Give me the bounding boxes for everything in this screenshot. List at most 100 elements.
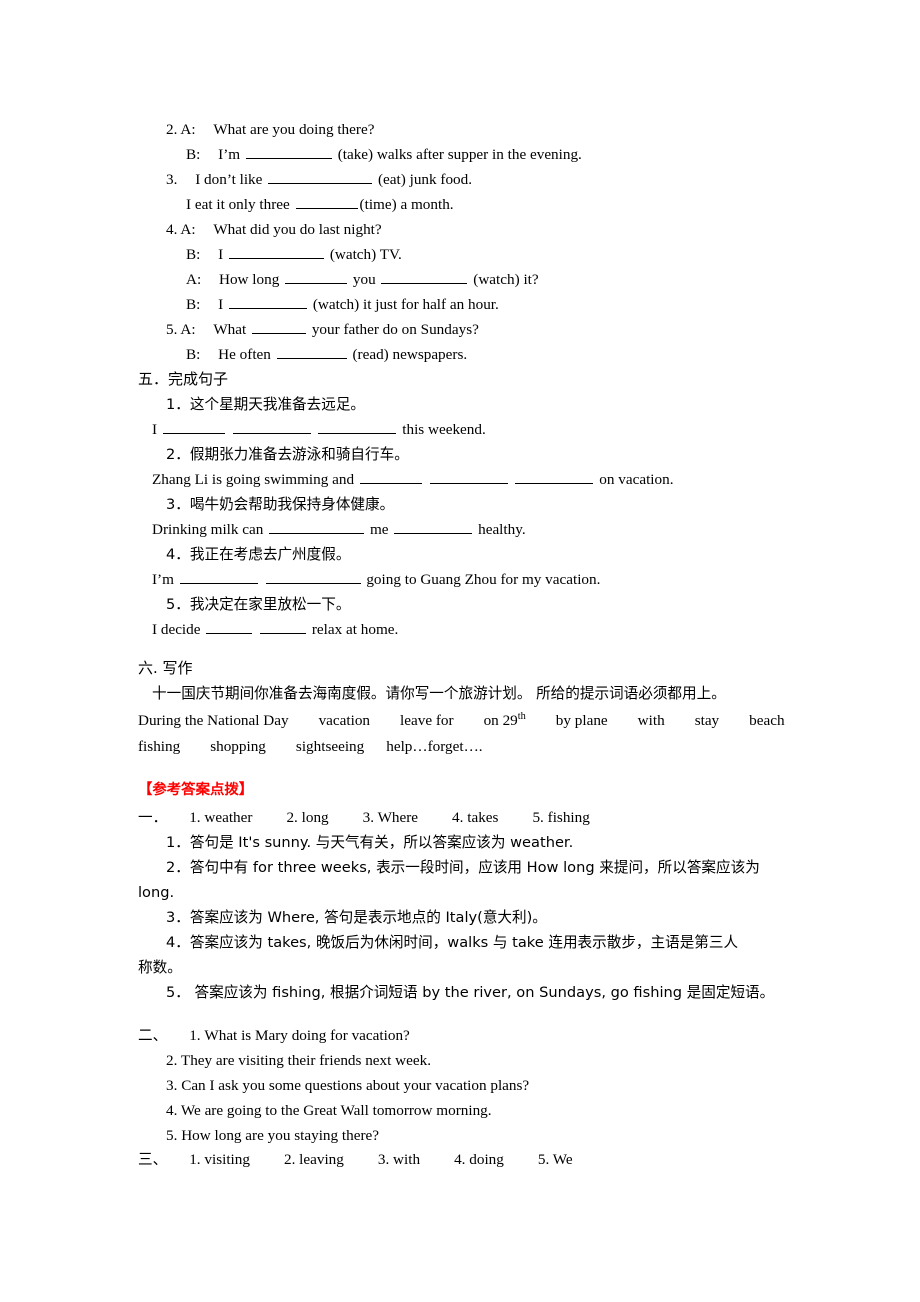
fill-blank[interactable] <box>269 519 365 534</box>
item-number: 2． <box>166 446 190 463</box>
line-prefix: He often <box>218 346 271 363</box>
answer-group-two-item-2: 2. They are visiting their friends next … <box>166 1052 432 1069</box>
answer-group-two-item-3: 3. Can I ask you some questions about yo… <box>166 1077 530 1094</box>
fill-blank[interactable] <box>295 194 358 209</box>
word-bank-item: sightseeing <box>295 738 365 755</box>
line-mid: me <box>369 521 389 538</box>
fill-blank[interactable] <box>268 169 373 184</box>
fill-blank[interactable] <box>206 619 253 634</box>
word-bank-item: During the National Day <box>138 712 289 729</box>
fill-blank[interactable] <box>252 319 307 334</box>
line-suffix: this weekend. <box>402 421 486 438</box>
exercise-line-5a: 5. A: What your father do on Sundays? <box>166 317 479 342</box>
line-suffix: (watch) it? <box>473 271 539 288</box>
fill-blank[interactable] <box>429 469 508 484</box>
line-text: What did you do last night? <box>213 221 382 238</box>
word-bank-item: beach <box>749 712 785 729</box>
answer-explanation-4: 4．答案应该为 takes, 晚饭后为休闲时间，walks 与 take 连用表… <box>166 934 739 951</box>
section-five-item-2-english: Zhang Li is going swimming and on vacati… <box>152 467 674 492</box>
item-number: 4． <box>166 546 190 563</box>
answer-group-three-answers: 三、 1. visiting 2. leaving 3. with 4. doing 5.… <box>138 1147 573 1172</box>
answer-explanation-2: 2．答句中有 for three weeks, 表示一段时间，应该用 How l… <box>166 859 760 876</box>
line-label: B: <box>186 296 201 313</box>
section-five-item-3-english: Drinking milk can me healthy. <box>152 517 526 542</box>
document-page: 2. A: What are you doing there? B: I’m (… <box>0 0 920 1302</box>
answer-group-two-item-1: 二、 1. What is Mary doing for vacation? <box>138 1023 410 1048</box>
line-prefix: What <box>213 321 247 338</box>
fill-blank[interactable] <box>318 419 397 434</box>
section-five-item-1-english: I this weekend. <box>152 417 486 442</box>
item-chinese: 这个星期天我准备去远足。 <box>189 396 366 413</box>
fill-blank[interactable] <box>260 619 307 634</box>
line-suffix: (watch) it just for half an hour. <box>312 296 499 313</box>
line-label: 2. A: <box>166 121 196 138</box>
answer-explanation-2-wrap: long. <box>138 884 175 901</box>
fill-blank[interactable] <box>229 244 325 259</box>
section-five-item-5-chinese: 5．我决定在家里放松一下。 <box>166 592 350 617</box>
section-five-item-4-english: I’m going to Guang Zhou for my vacation. <box>152 567 600 592</box>
section-five-item-3-chinese: 3．喝牛奶会帮助我保持身体健康。 <box>166 492 394 517</box>
line-label: B: <box>186 346 201 363</box>
item-chinese: 假期张力准备去游泳和骑自行车。 <box>189 446 409 463</box>
line-prefix: I’m <box>218 146 241 163</box>
line-label: B: <box>186 146 201 163</box>
answer-item: 3. Where <box>362 809 419 826</box>
line-suffix: going to Guang Zhou for my vacation. <box>366 571 601 588</box>
line-text: What are you doing there? <box>213 121 375 138</box>
fill-blank[interactable] <box>245 144 332 159</box>
line-suffix: your father do on Sundays? <box>311 321 479 338</box>
line-prefix: I eat it only three <box>186 196 290 213</box>
fill-blank[interactable] <box>265 569 361 584</box>
exercise-line-4d: B: I (watch) it just for half an hour. <box>186 292 499 317</box>
answer-item: 3. with <box>377 1151 421 1168</box>
item-chinese: 喝牛奶会帮助我保持身体健康。 <box>189 496 395 513</box>
exercise-line-4a: 4. A: What did you do last night? <box>166 217 382 242</box>
word-bank-item: by plane <box>555 712 608 729</box>
line-prefix: I decide <box>152 621 201 638</box>
group-marker: 二、 <box>138 1027 168 1044</box>
answer-item: 2. leaving <box>283 1151 344 1168</box>
word-bank-item: vacation <box>318 712 371 729</box>
line-prefix: Drinking milk can <box>152 521 264 538</box>
line-mid: you <box>352 271 376 288</box>
exercise-line-3a: 3. I don’t like (eat) junk food. <box>166 167 472 192</box>
answer-item: 1. What is Mary doing for vacation? <box>189 1027 410 1044</box>
fill-blank[interactable] <box>232 419 311 434</box>
answer-explanation-5: 5． 答案应该为 fishing, 根据介词短语 by the river, o… <box>166 984 775 1001</box>
fill-blank[interactable] <box>276 344 347 359</box>
fill-blank[interactable] <box>179 569 258 584</box>
answer-group-one-answers: 一． 1. weather 2. long 3. Where 4. takes 5. fi… <box>138 805 590 830</box>
fill-blank[interactable] <box>162 419 225 434</box>
answer-item: 1. visiting <box>189 1151 250 1168</box>
word-bank-item-date: on 29th <box>483 710 526 729</box>
line-suffix: healthy. <box>478 521 526 538</box>
line-label: B: <box>186 246 201 263</box>
section-six-word-bank-line-1: During the National Day vacation leave for… <box>138 708 785 733</box>
group-marker: 一． <box>138 809 168 826</box>
item-chinese: 我正在考虑去广州度假。 <box>189 546 351 563</box>
section-six-word-bank-line-2: fishing shopping sightseeing help…forget…. <box>138 734 483 759</box>
exercise-line-2a: 2. A: What are you doing there? <box>166 117 374 142</box>
fill-blank[interactable] <box>515 469 594 484</box>
line-suffix: relax at home. <box>311 621 399 638</box>
fill-blank[interactable] <box>285 269 348 284</box>
fill-blank[interactable] <box>381 269 468 284</box>
fill-blank[interactable] <box>359 469 422 484</box>
answer-explanation-3: 3．答案应该为 Where, 答句是表示地点的 Italy(意大利)。 <box>166 909 547 926</box>
answer-group-two-item-4: 4. We are going to the Great Wall tomorr… <box>166 1102 492 1119</box>
word-bank-item: help…forget…. <box>386 738 483 755</box>
line-prefix: How long <box>218 271 280 288</box>
fill-blank[interactable] <box>394 519 473 534</box>
word-bank-item: fishing <box>138 738 181 755</box>
line-suffix: (watch) TV. <box>329 246 402 263</box>
word-bank-item: with <box>637 712 665 729</box>
exercise-line-3b: I eat it only three (time) a month. <box>186 192 454 217</box>
fill-blank[interactable] <box>229 294 308 309</box>
word-bank-item: stay <box>694 712 720 729</box>
item-number: 1． <box>166 396 190 413</box>
line-suffix: (time) a month. <box>359 196 454 213</box>
line-prefix: Zhang Li is going swimming and <box>152 471 355 488</box>
answer-explanation-1: 1．答句是 It's sunny. 与天气有关，所以答案应该为 weather. <box>166 834 574 851</box>
section-five-item-5-english: I decide relax at home. <box>152 617 398 642</box>
answer-item: 2. long <box>286 809 329 826</box>
